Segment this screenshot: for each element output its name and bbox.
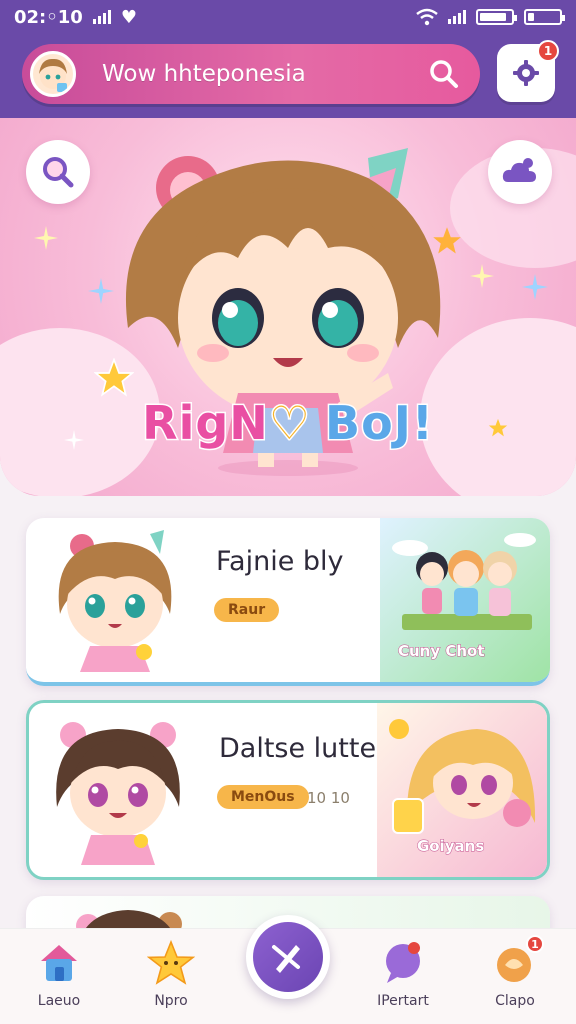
notification-badge: 1: [526, 935, 544, 953]
app-header: Wow hhteponesia 1: [0, 34, 576, 118]
thumbnail-label: Cuny Chot: [398, 642, 486, 661]
gear-icon: [513, 60, 539, 86]
card-thumbnail[interactable]: Goiyans: [377, 703, 547, 877]
chat-bubble-icon: [386, 942, 420, 983]
nav-item-messages[interactable]: IPertart: [358, 939, 448, 1009]
magnifier-icon: [43, 157, 74, 188]
signal-icon: [448, 10, 466, 24]
pen-icon: [272, 945, 300, 973]
home-icon: [41, 945, 77, 981]
status-bar: 02:◦10 ♥: [0, 0, 576, 34]
sparkle-icon: [34, 226, 58, 250]
hero-search-button[interactable]: [26, 140, 90, 204]
bottom-navigation: Laeuo Npro IPertart 1 Clapo: [0, 915, 576, 1024]
avatar[interactable]: [30, 51, 76, 97]
signal-icon: [92, 10, 111, 24]
battery-icon: [524, 9, 565, 25]
create-button-inner: [253, 922, 323, 992]
nav-item-favorites[interactable]: Npro: [126, 939, 216, 1009]
hero-title: RigN♡ BoJ!: [0, 395, 576, 452]
list-item[interactable]: Fajnie bly Raur Cuny Chot: [26, 518, 550, 686]
thumbnail-label: Goiyans: [416, 837, 485, 856]
card-title: Fajnie bly: [216, 546, 344, 577]
character-avatar: [58, 530, 172, 672]
nav-item-notifications[interactable]: 1 Clapo: [470, 935, 560, 1009]
settings-button[interactable]: 1: [497, 40, 559, 102]
nav-label: IPertart: [377, 993, 429, 1009]
create-button[interactable]: [246, 915, 330, 999]
nav-item-home[interactable]: Laeuo: [14, 939, 104, 1009]
hero-title-part-3: BoJ!: [324, 395, 435, 452]
hero-title-part-2: ♡: [267, 395, 312, 452]
nav-label: Clapo: [495, 993, 535, 1009]
sparkle-icon: [470, 264, 494, 288]
character-avatar: [56, 722, 180, 865]
sparkle-icon: [522, 274, 548, 300]
search-title: Wow hhteponesia: [102, 61, 306, 87]
hero-title-part-1: RigN: [141, 395, 270, 452]
hero-weather-button[interactable]: [488, 140, 552, 204]
wifi-icon: [416, 8, 438, 26]
star-icon: [147, 939, 195, 985]
nav-label: Laeuo: [37, 993, 81, 1009]
battery-icon: [476, 9, 517, 25]
status-badge: Raur: [214, 598, 280, 622]
hero-banner[interactable]: RigN♡ BoJ!: [0, 118, 576, 496]
heart-icon: ♥: [120, 6, 137, 28]
search-icon[interactable]: [424, 54, 464, 94]
status-time: 02:◦10: [14, 6, 83, 28]
nav-label: Npro: [154, 993, 188, 1009]
card-thumbnail[interactable]: Cuny Chot: [380, 518, 550, 682]
sparkle-icon: [88, 278, 114, 304]
search-bar[interactable]: Wow hhteponesia: [22, 44, 480, 104]
card-meta: 10 10: [307, 789, 350, 807]
status-badge: MenOus: [217, 785, 309, 809]
list-item[interactable]: Daltse lutteh MenOus 10 10 Goiyans: [26, 700, 550, 880]
cloud-icon: [502, 158, 536, 182]
card-title: Daltse lutteh: [219, 733, 394, 764]
settings-badge: 1: [537, 40, 559, 62]
